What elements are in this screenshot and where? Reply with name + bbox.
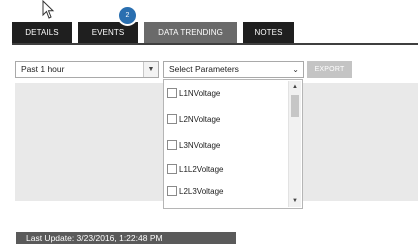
parameters-select[interactable]: Select Parameters ⌄ (163, 61, 304, 78)
dropdown-scrollbar[interactable]: ▲ ▼ (288, 81, 301, 207)
export-button[interactable]: EXPORT (307, 61, 352, 78)
parameter-option[interactable]: L1L2Voltage (167, 164, 224, 176)
checkbox[interactable] (167, 88, 177, 98)
last-update-status: Last Update: 3/23/2016, 1:22:48 PM (16, 232, 236, 244)
parameter-option-label: L3NVoltage (179, 141, 221, 150)
checkbox[interactable] (167, 164, 177, 174)
parameter-option-label: L1L2Voltage (179, 165, 224, 174)
parameter-option-label: L2L3Voltage (179, 187, 224, 196)
parameter-option[interactable]: L3NVoltage (167, 140, 220, 152)
parameter-option[interactable]: L1NVoltage (167, 88, 220, 100)
scroll-down-icon[interactable]: ▼ (289, 195, 301, 207)
chevron-down-icon[interactable]: ▼ (143, 62, 158, 77)
parameter-option[interactable]: L2L3Voltage (167, 186, 224, 198)
parameter-option-label: L1NVoltage (179, 89, 221, 98)
parameter-option[interactable]: L2NVoltage (167, 114, 220, 126)
scrollbar-thumb[interactable] (291, 95, 299, 117)
tab-data-trending[interactable]: DATA TRENDING (144, 22, 237, 43)
time-range-value: Past 1 hour (21, 64, 65, 74)
parameters-placeholder: Select Parameters (169, 64, 239, 74)
chevron-down-icon[interactable]: ⌄ (292, 62, 299, 77)
parameters-dropdown-list[interactable]: L1NVoltage L2NVoltage L3NVoltage L1L2Vol… (163, 79, 303, 209)
time-range-select[interactable]: Past 1 hour ▼ (15, 61, 159, 78)
mouse-pointer-icon (42, 0, 55, 19)
checkbox[interactable] (167, 114, 177, 124)
checkbox[interactable] (167, 140, 177, 150)
tab-bar: DETAILS EVENTS DATA TRENDING NOTES (12, 22, 418, 45)
parameter-option-label: L2NVoltage (179, 115, 221, 124)
scroll-up-icon[interactable]: ▲ (289, 81, 301, 93)
events-count-badge: 2 (117, 5, 138, 26)
tab-notes[interactable]: NOTES (243, 22, 294, 43)
tab-details[interactable]: DETAILS (12, 22, 72, 43)
checkbox[interactable] (167, 186, 177, 196)
